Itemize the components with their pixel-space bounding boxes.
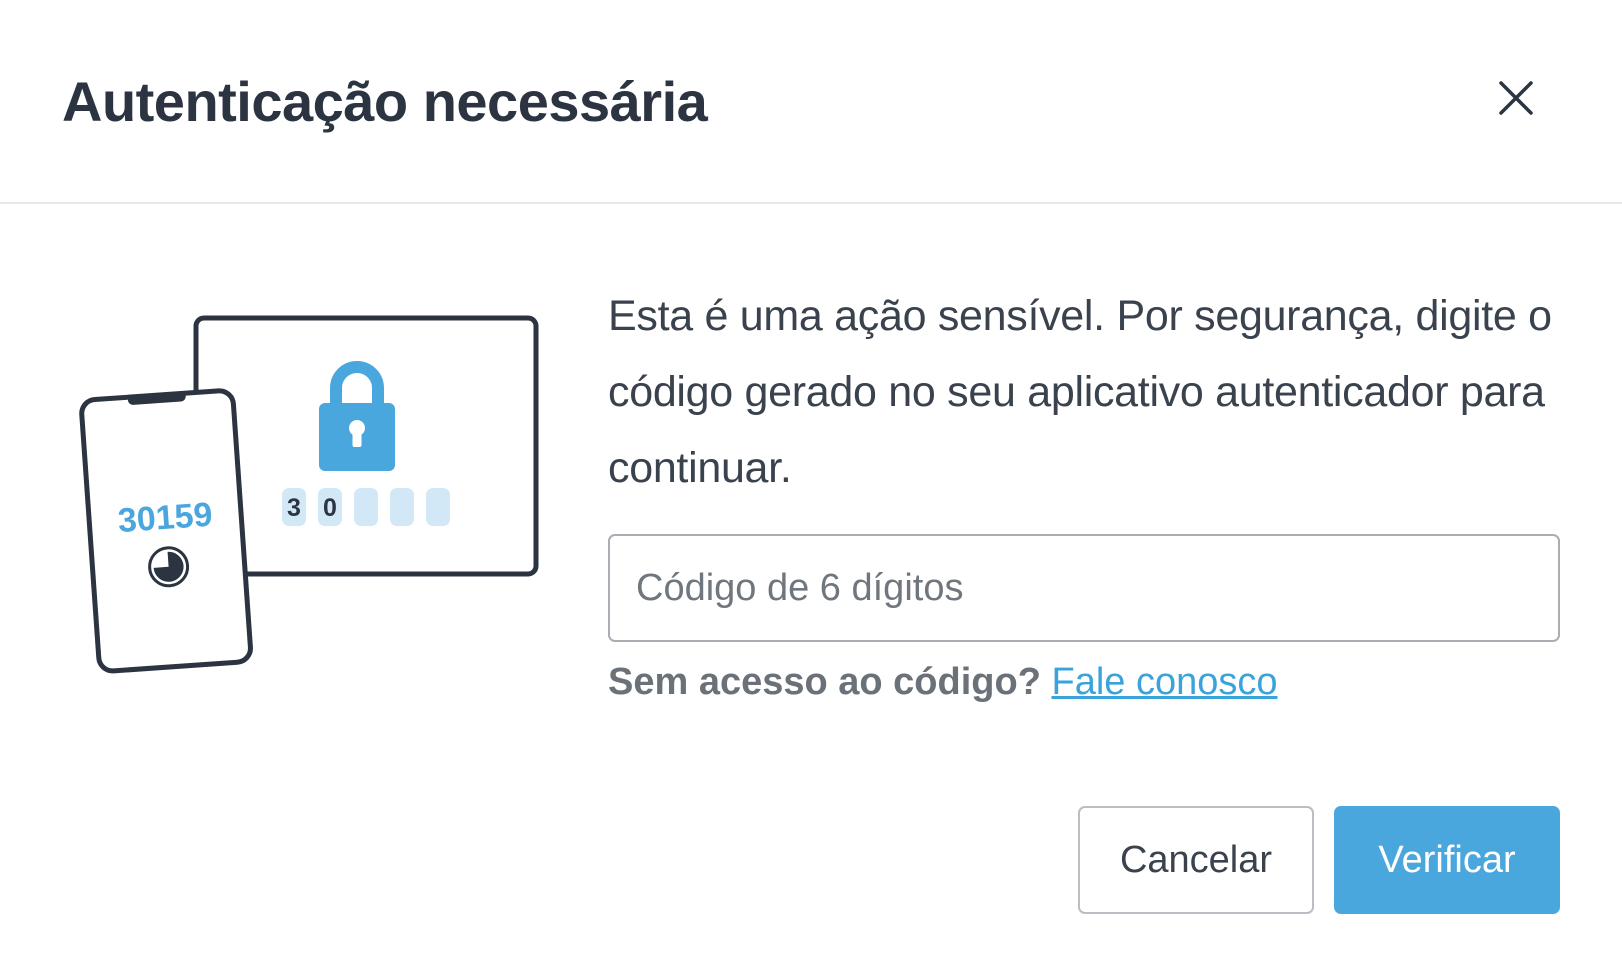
verify-button[interactable]: Verificar xyxy=(1334,806,1560,914)
phone-code: 30159 xyxy=(117,496,214,541)
cancel-button[interactable]: Cancelar xyxy=(1078,806,1314,914)
close-button[interactable] xyxy=(1488,70,1544,126)
digit-box xyxy=(390,488,414,526)
timer-icon xyxy=(148,546,190,588)
close-icon xyxy=(1499,81,1533,115)
dialog-title: Autenticação necessária xyxy=(62,70,708,133)
screen-digit: 3 xyxy=(287,494,301,522)
digit-box xyxy=(426,488,450,526)
authentication-dialog: Autenticação necessária 3 0 30159 Esta é… xyxy=(0,0,1622,958)
phone: 30159 xyxy=(79,388,253,674)
dialog-message: Esta é uma ação sensível. Por segurança,… xyxy=(608,292,1552,492)
verification-code-input[interactable] xyxy=(608,534,1560,642)
dialog-header: Autenticação necessária xyxy=(0,0,1622,204)
two-factor-illustration: 3 0 30159 xyxy=(79,315,539,674)
digit-box xyxy=(354,488,378,526)
contact-link[interactable]: Fale conosco xyxy=(1051,661,1277,703)
screen-digit: 0 xyxy=(323,494,337,522)
help-line: Sem acesso ao código? Fale conosco xyxy=(608,654,1278,710)
help-text: Sem acesso ao código? xyxy=(608,661,1041,703)
